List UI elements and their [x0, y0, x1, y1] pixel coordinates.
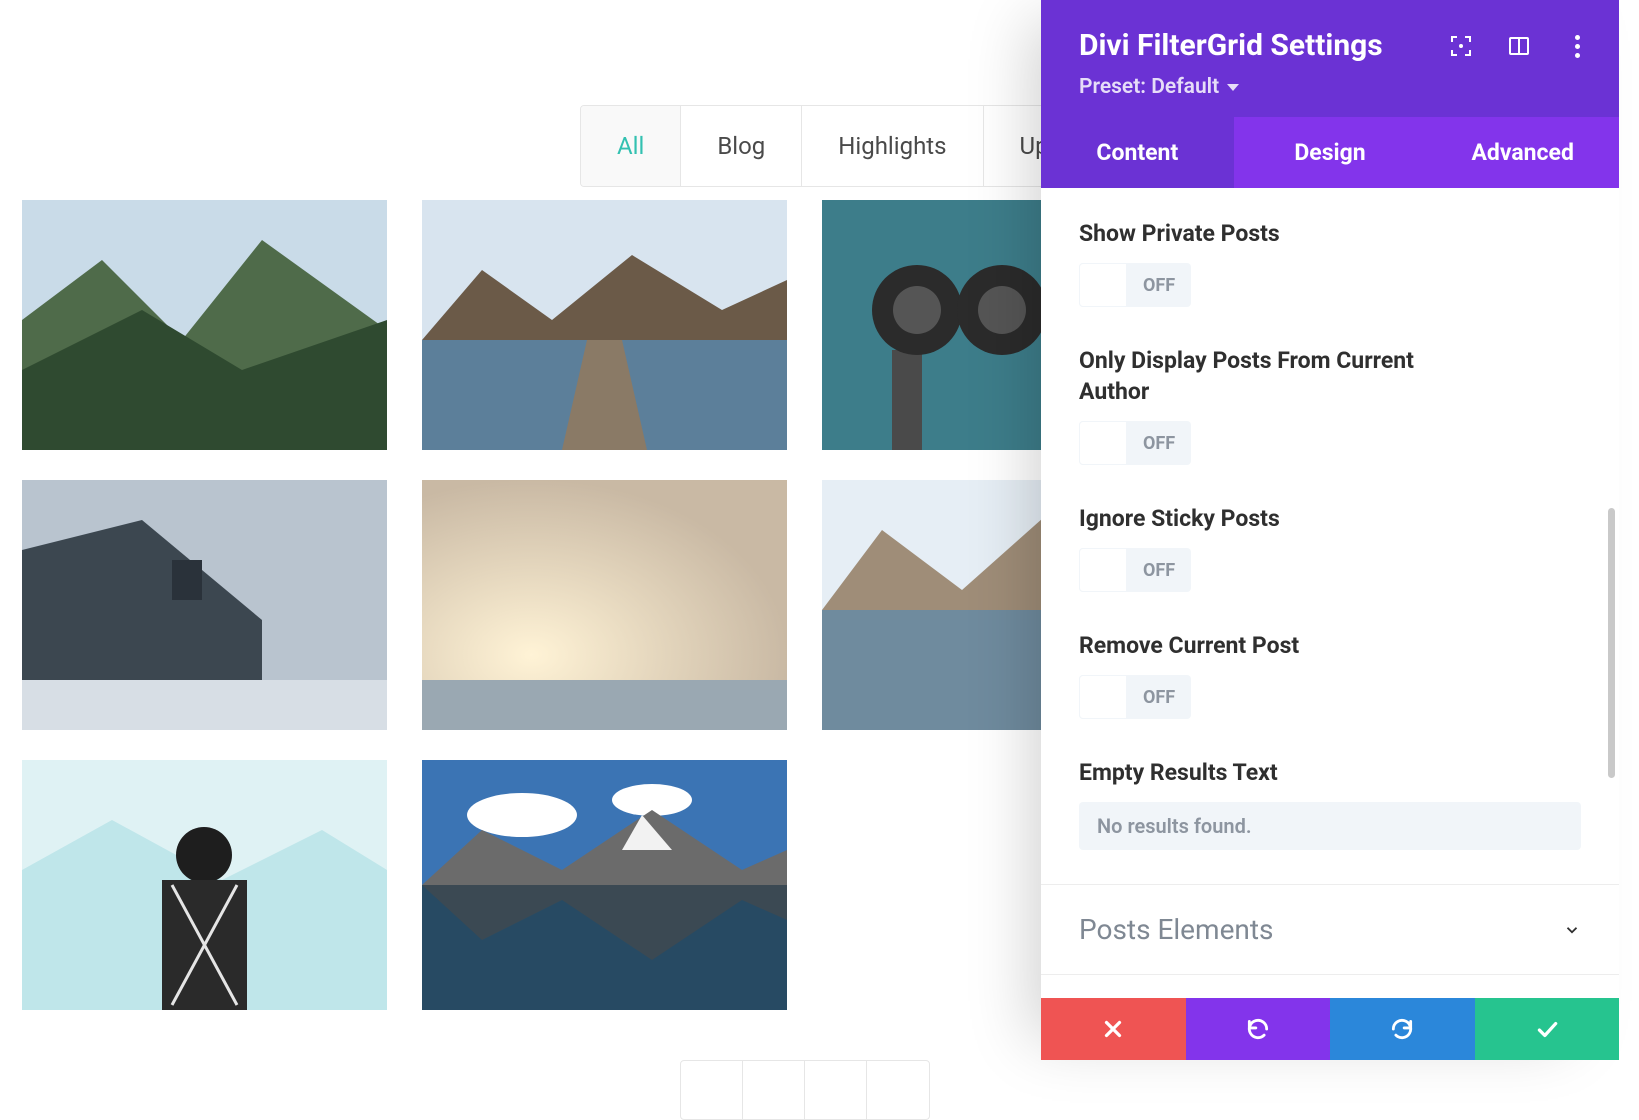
- sidebar-toggle-icon[interactable]: [1507, 34, 1531, 58]
- toggle-state: OFF: [1127, 560, 1191, 581]
- accordion-filters[interactable]: Filters: [1041, 974, 1619, 998]
- option-label: Remove Current Post: [1079, 630, 1581, 661]
- toggle-show-private[interactable]: OFF: [1079, 263, 1191, 307]
- option-label: Only Display Posts From Current Author: [1079, 345, 1419, 407]
- option-remove-current: Remove Current Post OFF: [1079, 630, 1581, 723]
- cancel-button[interactable]: [1041, 998, 1186, 1060]
- filter-tab-blog[interactable]: Blog: [681, 106, 802, 186]
- confirm-button[interactable]: [1475, 998, 1620, 1060]
- toggle-knob: [1079, 675, 1127, 719]
- option-ignore-sticky: Ignore Sticky Posts OFF: [1079, 503, 1581, 596]
- option-label: Ignore Sticky Posts: [1079, 503, 1581, 534]
- toggle-current-author[interactable]: OFF: [1079, 421, 1191, 465]
- chevron-down-icon: [1563, 921, 1581, 939]
- empty-results-input[interactable]: [1079, 802, 1581, 850]
- toggle-knob: [1079, 548, 1127, 592]
- panel-header-actions: [1449, 34, 1589, 58]
- accordion-posts-elements[interactable]: Posts Elements: [1041, 884, 1619, 974]
- panel-header: Divi FilterGrid Settings Preset: Default: [1041, 0, 1619, 117]
- toggle-state: OFF: [1127, 433, 1191, 454]
- pagination: [680, 1060, 930, 1120]
- grid-item[interactable]: [422, 200, 787, 450]
- grid-item[interactable]: [22, 200, 387, 450]
- panel-tabs: Content Design Advanced: [1041, 117, 1619, 188]
- pager-cell[interactable]: [805, 1061, 867, 1119]
- option-show-private: Show Private Posts OFF: [1079, 218, 1581, 311]
- redo-button[interactable]: [1330, 998, 1475, 1060]
- tab-design[interactable]: Design: [1234, 117, 1427, 188]
- pager-cell[interactable]: [743, 1061, 805, 1119]
- scrollbar-thumb[interactable]: [1608, 508, 1615, 778]
- settings-panel: Divi FilterGrid Settings Preset: Default…: [1041, 0, 1619, 1060]
- pager-cell[interactable]: [867, 1061, 929, 1119]
- toggle-knob: [1079, 421, 1127, 465]
- toggle-state: OFF: [1127, 687, 1191, 708]
- toggle-remove-current[interactable]: OFF: [1079, 675, 1191, 719]
- tab-advanced[interactable]: Advanced: [1426, 117, 1619, 188]
- preset-selector[interactable]: Preset: Default: [1079, 75, 1581, 99]
- pager-cell[interactable]: [681, 1061, 743, 1119]
- filter-tab-highlights[interactable]: Highlights: [802, 106, 983, 186]
- filter-tab-all[interactable]: All: [581, 106, 681, 186]
- option-empty-results: Empty Results Text: [1079, 757, 1581, 850]
- panel-body: Show Private Posts OFF Only Display Post…: [1041, 188, 1619, 998]
- undo-button[interactable]: [1186, 998, 1331, 1060]
- grid-item[interactable]: [22, 480, 387, 730]
- tab-content[interactable]: Content: [1041, 117, 1234, 188]
- option-current-author: Only Display Posts From Current Author O…: [1079, 345, 1581, 469]
- option-label: Show Private Posts: [1079, 218, 1581, 249]
- image-grid: [22, 200, 1187, 1010]
- caret-down-icon: [1227, 84, 1239, 91]
- toggle-ignore-sticky[interactable]: OFF: [1079, 548, 1191, 592]
- accordion-title: Posts Elements: [1079, 913, 1274, 946]
- preset-label: Preset: Default: [1079, 75, 1219, 99]
- toggle-knob: [1079, 263, 1127, 307]
- grid-item[interactable]: [22, 760, 387, 1010]
- focus-icon[interactable]: [1449, 34, 1473, 58]
- panel-footer: [1041, 998, 1619, 1060]
- grid-item[interactable]: [422, 480, 787, 730]
- grid-item[interactable]: [422, 760, 787, 1010]
- option-label: Empty Results Text: [1079, 757, 1581, 788]
- kebab-menu-icon[interactable]: [1565, 34, 1589, 58]
- toggle-state: OFF: [1127, 275, 1191, 296]
